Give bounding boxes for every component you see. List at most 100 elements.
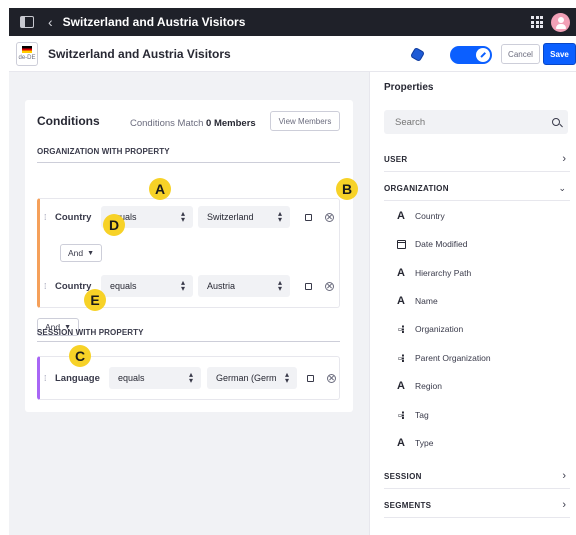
operator-select[interactable]: equals	[109, 367, 201, 389]
callout-badge-a: A	[149, 178, 171, 200]
property-item-region[interactable]: A Region	[394, 377, 442, 395]
value-text: German (Germ	[216, 373, 277, 383]
user-avatar-icon[interactable]	[551, 13, 570, 32]
duplicate-icon[interactable]	[307, 374, 314, 382]
value-text: Switzerland	[207, 212, 254, 222]
duplicate-icon[interactable]	[305, 213, 312, 221]
edit-mode-toggle[interactable]	[450, 46, 492, 64]
category-user[interactable]: USER ›	[384, 148, 570, 172]
select-caret-icon	[181, 211, 185, 223]
divider	[37, 162, 340, 163]
select-caret-icon	[181, 280, 185, 292]
org-section-heading: ORGANIZATION WITH PROPERTY	[37, 147, 170, 156]
criterion-row: ⁞⁞ Country equals Switzerland	[44, 204, 334, 230]
inner-conjunction-dropdown[interactable]: And ▼	[60, 244, 102, 262]
chevron-right-icon: ›	[562, 499, 566, 511]
criterion-property: Language	[55, 372, 100, 384]
conjunction-label: And	[68, 248, 84, 258]
category-segments[interactable]: SEGMENTS ›	[384, 494, 570, 518]
text-type-icon: A	[397, 380, 405, 392]
callout-badge-c: C	[69, 345, 91, 367]
members-count: 0 Members	[206, 118, 256, 129]
category-organization[interactable]: ORGANIZATION ⌄	[384, 177, 570, 201]
delete-icon[interactable]	[325, 212, 334, 222]
delete-icon[interactable]	[325, 281, 334, 291]
operator-select[interactable]: equals	[101, 275, 193, 297]
property-item-parent-organization[interactable]: ▫⁝ Parent Organization	[394, 349, 491, 367]
segment-title: Switzerland and Austria Visitors	[48, 46, 231, 61]
category-label: SESSION	[384, 472, 422, 481]
conditions-title: Conditions	[37, 114, 100, 128]
save-button[interactable]: Save	[543, 43, 576, 65]
property-item-date-modified[interactable]: Date Modified	[394, 235, 467, 253]
criterion-row: ⁞⁞ Language equals German (Germ	[44, 365, 336, 391]
analytics-cloud-icon	[409, 46, 426, 63]
segment-header: de-DE Switzerland and Austria Visitors C…	[9, 36, 576, 72]
text-type-icon: A	[397, 437, 405, 449]
value-text: Austria	[207, 281, 236, 291]
property-item-name[interactable]: A Name	[394, 292, 438, 310]
property-item-tag[interactable]: ▫⁝ Tag	[394, 406, 429, 424]
value-select[interactable]: Austria	[198, 275, 290, 297]
select-caret-icon	[189, 372, 193, 384]
back-chevron-icon[interactable]: ‹	[48, 14, 53, 30]
search-icon[interactable]	[552, 118, 560, 126]
caret-down-icon: ▼	[87, 250, 94, 257]
property-item-hierarchy-path[interactable]: A Hierarchy Path	[394, 264, 471, 282]
properties-search-input[interactable]	[384, 110, 568, 134]
text-type-icon: A	[397, 267, 405, 279]
conditions-match-label: Conditions Match	[130, 118, 204, 129]
property-item-country[interactable]: A Country	[394, 207, 445, 225]
property-name: Date Modified	[415, 239, 468, 249]
drag-handle-icon[interactable]: ⁞⁞	[44, 282, 52, 291]
category-label: SEGMENTS	[384, 501, 432, 510]
criterion-property: Country	[55, 211, 92, 223]
duplicate-icon[interactable]	[305, 282, 312, 290]
chevron-down-icon: ⌄	[558, 183, 566, 193]
locale-code: de-DE	[18, 54, 36, 61]
top-bar: ‹ Switzerland and Austria Visitors	[9, 8, 576, 36]
reference-type-icon: ▫⁝	[397, 323, 405, 336]
property-item-organization[interactable]: ▫⁝ Organization	[394, 320, 463, 338]
german-flag-icon	[22, 45, 32, 53]
property-name: Name	[415, 296, 438, 306]
property-name: Region	[415, 381, 442, 391]
conditions-match: Conditions Match 0 Members	[130, 118, 256, 129]
reference-type-icon: ▫⁝	[397, 409, 405, 422]
chevron-right-icon: ›	[562, 470, 566, 482]
reference-type-icon: ▫⁝	[397, 352, 405, 365]
select-caret-icon	[278, 280, 282, 292]
delete-icon[interactable]	[327, 373, 336, 383]
sidebar-toggle-icon[interactable]	[20, 16, 34, 28]
operator-value: equals	[110, 281, 137, 291]
divider	[37, 341, 340, 342]
value-select[interactable]: German (Germ	[207, 367, 297, 389]
property-item-type[interactable]: A Type	[394, 434, 433, 452]
conditions-canvas: Conditions Conditions Match 0 Members Vi…	[9, 72, 369, 535]
text-type-icon: A	[397, 295, 405, 307]
chevron-right-icon: ›	[562, 153, 566, 165]
callout-badge-b: B	[336, 178, 358, 200]
category-session[interactable]: SESSION ›	[384, 465, 570, 489]
callout-badge-d: D	[103, 214, 125, 236]
view-members-button[interactable]: View Members	[270, 111, 340, 131]
text-type-icon: A	[397, 210, 405, 222]
value-select[interactable]: Switzerland	[198, 206, 290, 228]
properties-title: Properties	[384, 82, 434, 93]
drag-handle-icon[interactable]: ⁞⁞	[44, 374, 52, 383]
locale-selector[interactable]: de-DE	[16, 41, 38, 66]
properties-panel: Properties USER › ORGANIZATION ⌄ A Count…	[369, 72, 576, 535]
organization-criteria-group: ⁞⁞ Country equals Switzerland And▼ ⁞⁞ Co…	[37, 198, 340, 308]
select-caret-icon	[285, 372, 289, 384]
callout-badge-e: E	[84, 289, 106, 311]
session-section-heading: SESSION WITH PROPERTY	[37, 328, 144, 337]
property-name: Organization	[415, 324, 464, 334]
apps-grid-icon[interactable]	[531, 16, 543, 28]
drag-handle-icon[interactable]: ⁞⁞	[44, 213, 52, 222]
pencil-icon	[476, 48, 490, 62]
property-name: Tag	[415, 410, 429, 420]
property-name: Type	[415, 438, 434, 448]
category-label: USER	[384, 155, 408, 164]
cancel-button[interactable]: Cancel	[501, 44, 540, 64]
operator-value: equals	[118, 373, 145, 383]
